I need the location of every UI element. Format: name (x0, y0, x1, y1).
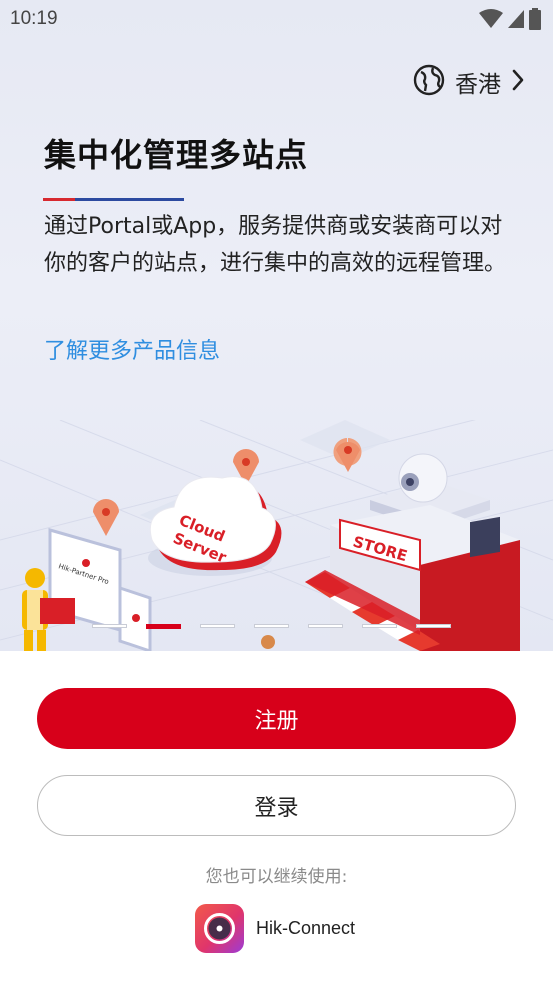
hero-title: 集中化管理多站点 (44, 136, 309, 174)
battery-icon (529, 8, 541, 34)
carousel-dot[interactable] (362, 624, 397, 628)
carousel-indicator (92, 624, 451, 629)
monitor-icon: Hik-Partner Pro (48, 528, 152, 651)
globe-icon (413, 64, 445, 100)
status-time: 10:19 (10, 8, 58, 29)
login-button[interactable]: 登录 (37, 775, 516, 836)
status-bar: 10:19 (0, 0, 553, 40)
location-pin-icon (93, 499, 119, 536)
store-building-icon: STORE (305, 505, 520, 651)
region-selector[interactable]: 香港 (413, 64, 525, 100)
status-icons (479, 8, 541, 34)
register-button[interactable]: 注册 (37, 688, 516, 749)
carousel-dot[interactable] (416, 624, 451, 628)
region-label: 香港 (455, 72, 501, 98)
hero-description: 通过Portal或App，服务提供商或安装商可以对你的客户的站点，进行集中的高效… (44, 214, 507, 276)
location-pin-icon (333, 438, 362, 472)
hero-banner: 10:19 香港 集中化管理多站点 通过Portal或App，服务提供商或安装商… (0, 0, 553, 651)
cloud-server-icon: Cloud Server (148, 476, 282, 576)
cell-signal-icon (507, 9, 525, 33)
hero-illustration: Cloud Server STORE Hik-Partner Pro (0, 420, 553, 651)
carousel-dot-active[interactable] (146, 624, 181, 629)
carousel-dot[interactable] (200, 624, 235, 628)
wifi-icon (479, 9, 503, 33)
carousel-dot[interactable] (308, 624, 343, 628)
hik-connect-label: Hik-Connect (256, 918, 356, 938)
carousel-dot[interactable] (254, 624, 289, 628)
alternative-prompt: 您也可以继续使用: (205, 867, 348, 887)
title-underline (43, 198, 184, 201)
small-figure-icon (261, 635, 275, 649)
hik-connect-app-icon (195, 904, 244, 953)
carousel-dot[interactable] (92, 624, 127, 628)
chevron-right-icon (511, 68, 525, 96)
hik-connect-link[interactable]: Hik-Connect (195, 904, 355, 953)
learn-more-link[interactable]: 了解更多产品信息 (44, 333, 220, 365)
